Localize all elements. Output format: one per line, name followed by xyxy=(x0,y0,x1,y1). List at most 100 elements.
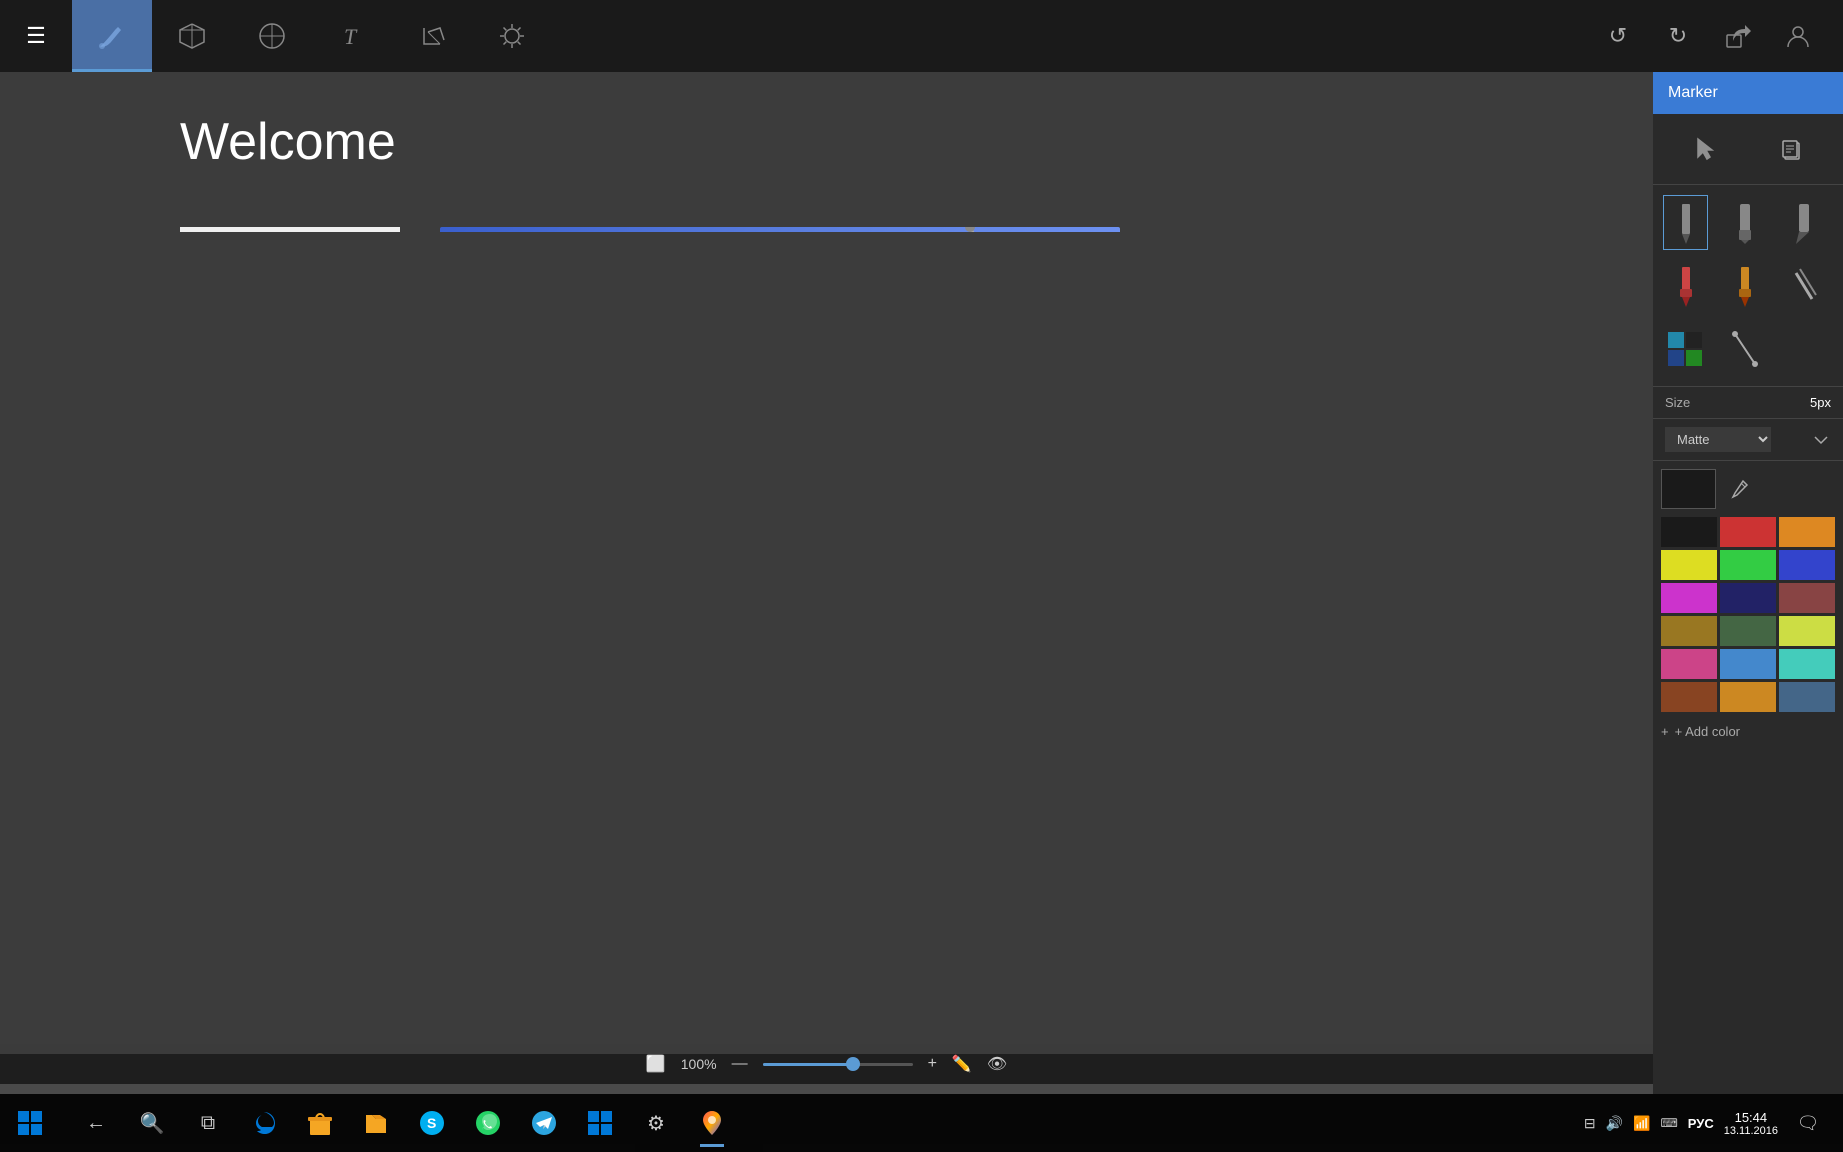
color-swatch-darkblue[interactable] xyxy=(1720,583,1776,613)
color-swatch-teal[interactable] xyxy=(1779,649,1835,679)
color-swatch-green[interactable] xyxy=(1720,550,1776,580)
current-color-row xyxy=(1661,469,1835,509)
color-swatch-pink[interactable] xyxy=(1661,649,1717,679)
taskbar-date: 13.11.2016 xyxy=(1724,1125,1778,1137)
zoom-minus-button[interactable]: — xyxy=(732,1055,748,1073)
brush-palette[interactable] xyxy=(1663,321,1708,376)
copy-tool[interactable] xyxy=(1771,129,1811,169)
add-color-button[interactable]: + + Add color xyxy=(1661,720,1835,743)
start-button[interactable] xyxy=(0,1094,60,1152)
opacity-dropdown[interactable]: Matte Transparent xyxy=(1665,427,1771,452)
taskbar-store-app[interactable] xyxy=(294,1097,346,1149)
zoom-slider-thumb[interactable] xyxy=(846,1057,860,1071)
taskbar-clock: 15:44 13.11.2016 xyxy=(1724,1110,1778,1137)
taskbar-show-desktop[interactable]: ⊟ xyxy=(1584,1115,1596,1132)
taskbar-paint3d-app[interactable] xyxy=(686,1097,738,1149)
brush-watercolor[interactable] xyxy=(1722,258,1767,313)
current-color-swatch[interactable] xyxy=(1661,469,1716,509)
action-buttons: New Open xyxy=(180,227,420,232)
zoom-eye-icon[interactable]: 👁 xyxy=(987,1054,1007,1074)
size-label: Size xyxy=(1665,395,1690,410)
welcome-title: Welcome xyxy=(180,112,1623,172)
taskbar-apps: ← 🔍 ⧉ S xyxy=(60,1097,1584,1149)
taskbar-settings-app[interactable]: ⚙ xyxy=(630,1097,682,1149)
taskbar-language[interactable]: РУС xyxy=(1688,1116,1714,1131)
right-sidebar: Marker xyxy=(1653,72,1843,1094)
add-color-label: + Add color xyxy=(1675,724,1740,739)
taskbar-search-button[interactable]: 🔍 xyxy=(126,1097,178,1149)
account-button[interactable] xyxy=(1773,11,1823,61)
toolbar-tool-resize[interactable] xyxy=(392,0,472,72)
brush-eraser[interactable] xyxy=(1782,258,1827,313)
taskbar-skype-app[interactable]: S xyxy=(406,1097,458,1149)
sidebar-tools-top xyxy=(1653,114,1843,185)
color-section: + + Add color xyxy=(1653,460,1843,1094)
sidebar-header: Marker xyxy=(1653,72,1843,114)
undo-button[interactable]: ↺ xyxy=(1593,11,1643,61)
taskbar-files-app[interactable] xyxy=(350,1097,402,1149)
taskbar-network[interactable]: 📶 xyxy=(1633,1115,1650,1132)
toolbar-tool-text[interactable]: T xyxy=(312,0,392,72)
taskbar-edge-app[interactable] xyxy=(238,1097,290,1149)
taskbar-volume[interactable]: 🔊 xyxy=(1606,1115,1623,1132)
taskbar-whatsapp-app[interactable] xyxy=(462,1097,514,1149)
color-swatch-lightblue[interactable] xyxy=(1720,649,1776,679)
taskbar-windows-app[interactable] xyxy=(574,1097,626,1149)
color-swatch-orange[interactable] xyxy=(1779,517,1835,547)
zoom-slider[interactable] xyxy=(763,1063,913,1066)
eyedropper-button[interactable] xyxy=(1724,474,1754,504)
svg-text:T: T xyxy=(344,24,358,49)
toolbar-tool-brush[interactable] xyxy=(72,0,152,72)
toolbar-tool-stickers[interactable] xyxy=(232,0,312,72)
toolbar-tool-effects[interactable] xyxy=(472,0,552,72)
color-swatch-black[interactable] xyxy=(1661,517,1717,547)
brush-marker[interactable] xyxy=(1722,195,1767,250)
zoom-pen-icon[interactable]: ✏️ xyxy=(952,1054,972,1074)
color-swatch-sienna[interactable] xyxy=(1661,682,1717,712)
alien-banner: Alien challenge When alien creatures bat… xyxy=(440,227,1120,232)
color-swatch-yellow[interactable] xyxy=(1661,550,1717,580)
zoom-plus-button[interactable]: + xyxy=(928,1055,937,1073)
welcome-overlay: Welcome New xyxy=(0,72,1653,1054)
color-swatch-gold[interactable] xyxy=(1720,682,1776,712)
size-row: Size 5px xyxy=(1653,386,1843,418)
menu-button[interactable]: ☰ xyxy=(0,0,72,72)
zoom-percent: 100% xyxy=(681,1056,717,1072)
taskbar-notification-center[interactable]: 🗨 xyxy=(1788,1103,1828,1143)
alien-banner-text: Alien challenge When alien creatures bat… xyxy=(440,227,1120,232)
redo-button[interactable]: ↻ xyxy=(1653,11,1703,61)
taskbar-right: ⊟ 🔊 📶 ⌨ РУС 15:44 13.11.2016 🗨 xyxy=(1584,1103,1843,1143)
opacity-row: Matte Transparent xyxy=(1653,418,1843,460)
size-value: 5px xyxy=(1810,395,1831,410)
canvas-mode-icon[interactable]: ⬜ xyxy=(646,1054,666,1074)
color-swatch-steelblue[interactable] xyxy=(1779,682,1835,712)
brush-line[interactable] xyxy=(1722,321,1767,376)
cursor-tool[interactable] xyxy=(1686,129,1726,169)
brush-calligraphy[interactable] xyxy=(1782,195,1827,250)
new-button[interactable]: New xyxy=(180,227,400,232)
color-swatch-darkgreen[interactable] xyxy=(1720,616,1776,646)
color-swatch-blue[interactable] xyxy=(1779,550,1835,580)
brush-pen[interactable] xyxy=(1663,195,1708,250)
taskbar-keyboard[interactable]: ⌨ xyxy=(1660,1116,1677,1130)
color-swatch-darkred[interactable] xyxy=(1779,583,1835,613)
taskbar-telegram-app[interactable] xyxy=(518,1097,570,1149)
color-palette xyxy=(1661,517,1835,712)
toolbar-tools: T xyxy=(72,0,1593,72)
color-swatch-purple[interactable] xyxy=(1661,583,1717,613)
welcome-panel: Welcome New xyxy=(0,72,1653,232)
toolbar-tool-3d[interactable] xyxy=(152,0,232,72)
color-swatch-lime[interactable] xyxy=(1779,616,1835,646)
taskbar-back-button[interactable]: ← xyxy=(70,1097,122,1149)
taskbar-taskview-button[interactable]: ⧉ xyxy=(182,1097,234,1149)
svg-text:S: S xyxy=(427,1115,436,1131)
share-button[interactable] xyxy=(1713,11,1763,61)
brush-types xyxy=(1653,185,1843,386)
zoom-slider-fill xyxy=(763,1063,853,1066)
color-swatch-brown[interactable] xyxy=(1661,616,1717,646)
add-color-plus: + xyxy=(1661,724,1669,739)
brush-oil[interactable] xyxy=(1663,258,1708,313)
taskbar: ← 🔍 ⧉ S xyxy=(0,1094,1843,1152)
taskbar-time: 15:44 xyxy=(1724,1110,1778,1125)
color-swatch-red[interactable] xyxy=(1720,517,1776,547)
